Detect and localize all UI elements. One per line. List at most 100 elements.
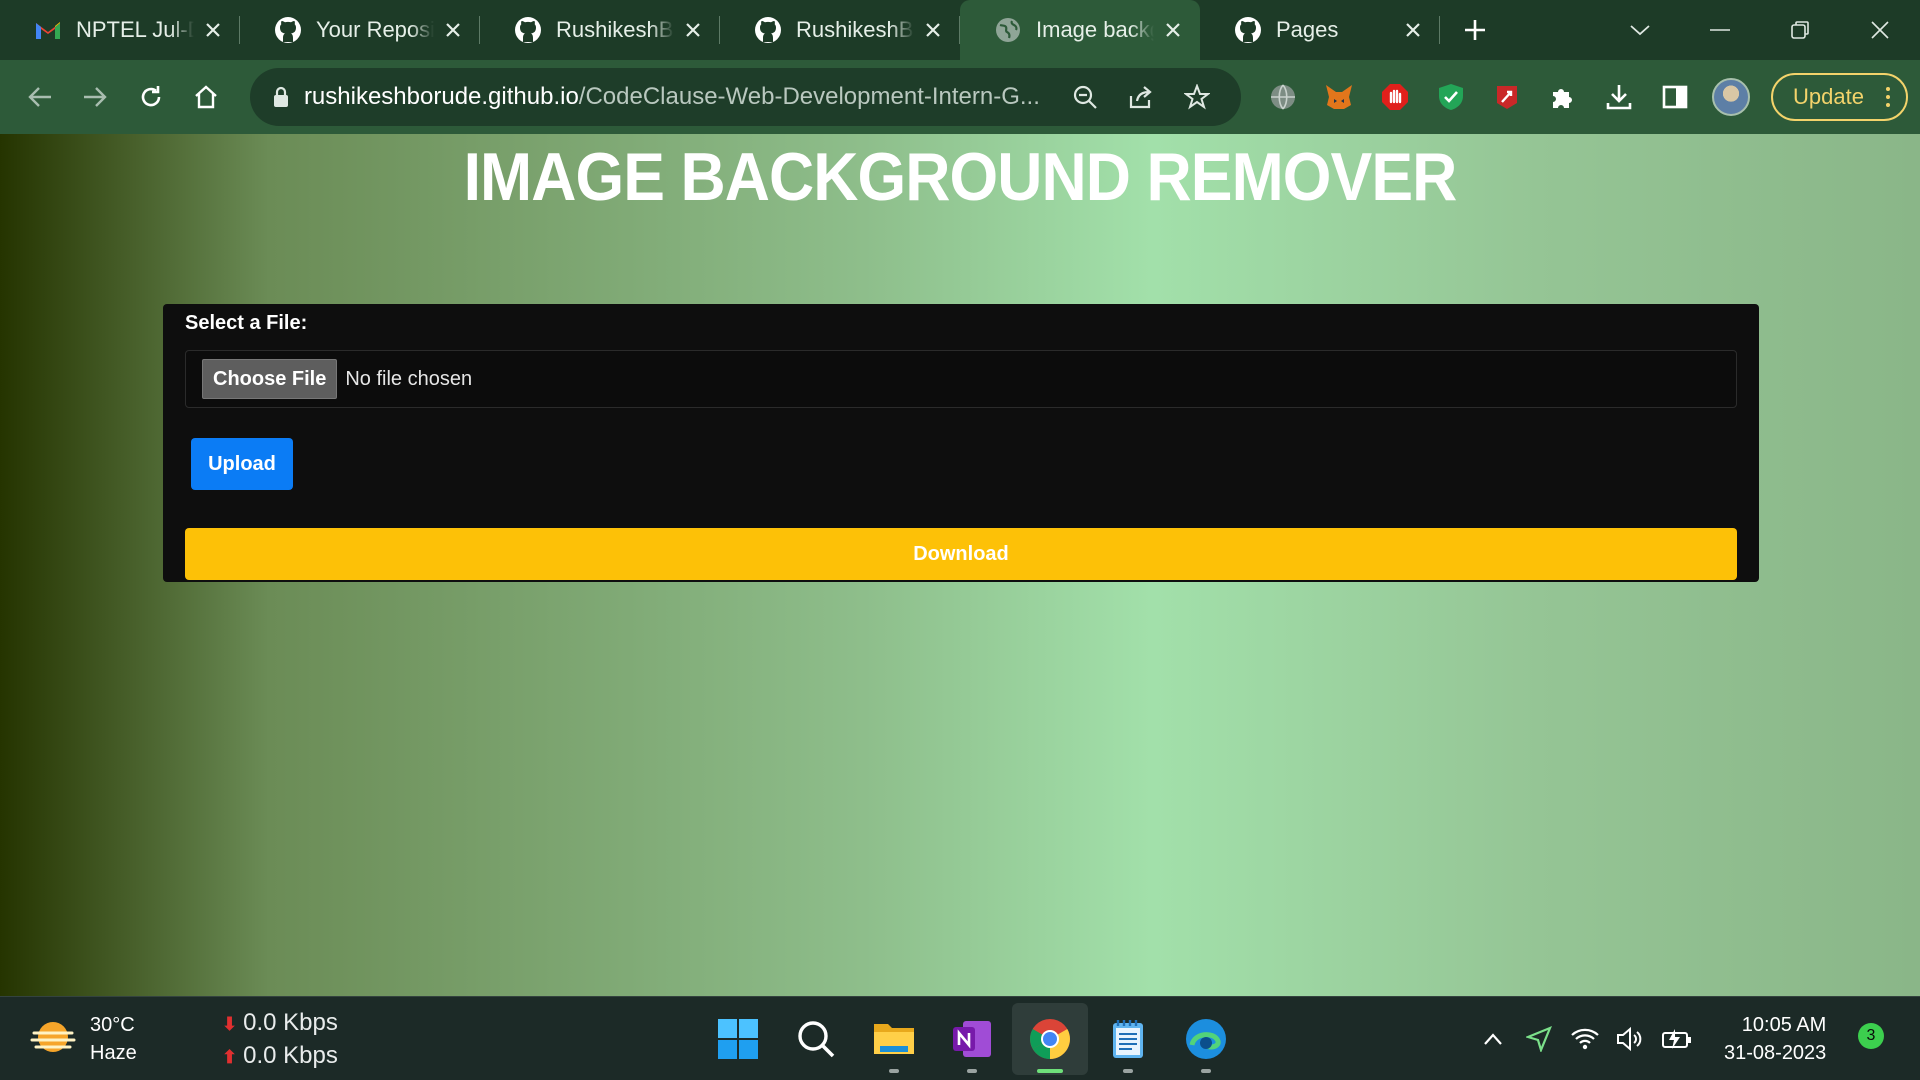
download-arrow-icon: ⬇: [222, 1014, 238, 1034]
zoom-button[interactable]: [1057, 69, 1113, 125]
speaker-icon: [1617, 1026, 1642, 1052]
reload-icon: [141, 86, 161, 107]
forward-button[interactable]: [67, 69, 122, 125]
down-speed: 0.0 Kbps: [243, 1009, 338, 1036]
tab-title: NPTEL Jul-Dec: [76, 17, 194, 42]
rocket-icon: [1497, 86, 1518, 109]
tab-rushikesh-1[interactable]: RushikeshBorude: [480, 0, 720, 60]
globe-icon: [994, 16, 1022, 44]
plus-icon: [1465, 20, 1485, 40]
up-speed: 0.0 Kbps: [243, 1042, 338, 1069]
download-button[interactable]: Download: [185, 528, 1737, 580]
close-icon[interactable]: [1160, 17, 1186, 43]
running-indicator: [1201, 1069, 1211, 1073]
address-bar[interactable]: rushikeshborude.github.io/CodeClause-Web…: [249, 68, 1242, 126]
tab-image-background[interactable]: Image background: [960, 0, 1200, 60]
search-icon: [798, 1021, 835, 1058]
star-icon: [1184, 84, 1211, 110]
weather-desc: Haze: [90, 1042, 137, 1064]
puzzle-icon: [1553, 89, 1573, 108]
battery-button[interactable]: [1654, 1011, 1700, 1067]
running-indicator: [967, 1069, 977, 1073]
web-page: IMAGE BACKGROUND REMOVER Select a File: …: [0, 134, 1920, 996]
choose-file-button[interactable]: Choose File: [202, 359, 338, 399]
extensions-button[interactable]: [1535, 69, 1591, 125]
edge-app[interactable]: [1168, 1003, 1244, 1075]
taskbar: 30°C Haze ⬇ 0.0 Kbps ⬆ 0.0 Kbps 10:05 AM…: [0, 996, 1920, 1080]
show-hidden-icons-button[interactable]: [1470, 1011, 1516, 1067]
kebab-menu-icon[interactable]: [1886, 87, 1890, 107]
notepad-app[interactable]: [1090, 1003, 1166, 1075]
wifi-button[interactable]: [1562, 1011, 1608, 1067]
chrome-app[interactable]: [1012, 1003, 1088, 1075]
upload-button[interactable]: Upload: [191, 438, 293, 490]
shield-extension[interactable]: [1423, 69, 1479, 125]
chevron-up-icon: [1484, 1033, 1502, 1045]
bookmark-button[interactable]: [1169, 69, 1225, 125]
update-label: Update: [1793, 84, 1864, 109]
tab-title: RushikeshBorude: [556, 17, 674, 42]
new-tab-button[interactable]: [1440, 0, 1510, 60]
tab-nptel[interactable]: NPTEL Jul-Dec: [0, 0, 240, 60]
tab-rushikesh-2[interactable]: RushikeshBorude: [720, 0, 960, 60]
tab-repositories[interactable]: Your Repositories: [240, 0, 480, 60]
start-button[interactable]: [700, 1003, 776, 1075]
running-indicator: [889, 1069, 899, 1073]
back-button[interactable]: [12, 69, 67, 125]
zoom-out-icon: [1073, 85, 1097, 109]
clock-time: 10:05 AM: [1741, 1014, 1827, 1036]
onenote-app[interactable]: [934, 1003, 1010, 1075]
running-indicator: [1123, 1069, 1133, 1073]
tab-title: Pages: [1276, 17, 1339, 42]
notification-badge[interactable]: 3: [1858, 1023, 1884, 1049]
side-panel-button[interactable]: [1647, 69, 1703, 125]
translate-extension[interactable]: [1255, 69, 1311, 125]
lock-icon[interactable]: [272, 86, 290, 108]
location-arrow-icon: [1526, 1026, 1552, 1052]
page-title: IMAGE BACKGROUND REMOVER: [463, 139, 1458, 215]
shield-icon: [1439, 84, 1464, 110]
gmail-icon: [34, 16, 62, 44]
minimize-icon: [1710, 29, 1730, 31]
haze-sun-icon: [30, 1022, 76, 1052]
volume-button[interactable]: [1608, 1011, 1654, 1067]
home-button[interactable]: [178, 69, 233, 125]
weather-widget[interactable]: 30°C Haze: [30, 1011, 137, 1067]
rocket-extension[interactable]: [1479, 69, 1535, 125]
url-host: rushikeshborude.github.io: [303, 83, 579, 110]
url-text[interactable]: rushikeshborude.github.io/CodeClause-Web…: [304, 83, 1057, 111]
share-button[interactable]: [1113, 69, 1169, 125]
close-window-button[interactable]: [1840, 0, 1920, 60]
update-button[interactable]: Update: [1771, 73, 1908, 121]
github-icon: [514, 16, 542, 44]
weather-temp: 30°C: [90, 1014, 135, 1036]
running-indicator: [1037, 1069, 1063, 1073]
location-button[interactable]: [1516, 1011, 1562, 1067]
reload-button[interactable]: [123, 69, 178, 125]
globe-icon: [1271, 84, 1296, 110]
tab-search-button[interactable]: [1600, 0, 1680, 60]
close-icon[interactable]: [440, 17, 466, 43]
notepad-icon: [1113, 1020, 1143, 1058]
close-icon[interactable]: [920, 17, 946, 43]
stop-hand-icon: [1382, 84, 1409, 110]
downloads-button[interactable]: [1591, 69, 1647, 125]
file-input[interactable]: Choose File No file chosen: [185, 350, 1737, 408]
file-explorer-app[interactable]: [856, 1003, 932, 1075]
adblock-extension[interactable]: [1367, 69, 1423, 125]
close-icon[interactable]: [200, 17, 226, 43]
restore-button[interactable]: [1760, 0, 1840, 60]
tab-title: Image background: [1036, 17, 1154, 42]
minimize-button[interactable]: [1680, 0, 1760, 60]
close-icon[interactable]: [680, 17, 706, 43]
search-button[interactable]: [778, 1003, 854, 1075]
tab-pages[interactable]: Pages: [1200, 0, 1440, 60]
window-controls: [1600, 0, 1920, 60]
windows-icon: [718, 1019, 758, 1059]
close-icon[interactable]: [1400, 17, 1426, 43]
github-icon: [754, 16, 782, 44]
extensions-row: [1255, 69, 1759, 125]
profile-button[interactable]: [1703, 69, 1759, 125]
taskbar-clock[interactable]: 10:05 AM 31-08-2023: [1724, 1011, 1826, 1067]
metamask-extension[interactable]: [1311, 69, 1367, 125]
